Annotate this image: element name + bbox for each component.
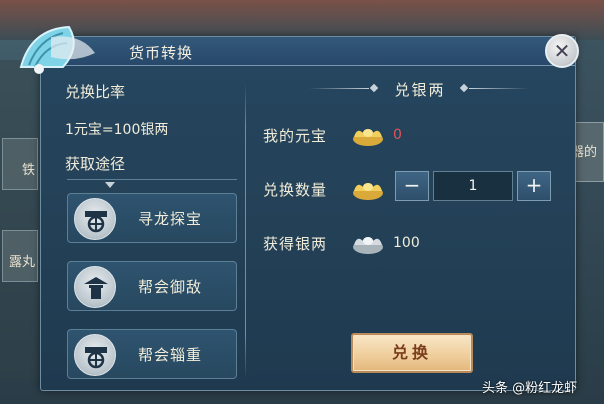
gold-ingot-icon: [353, 183, 383, 200]
left-panel: 兑换比率 1元宝=100银两 获取途径 寻龙探宝 帮会御敌 帮会辎重: [55, 73, 243, 383]
source-item-xunlong[interactable]: 寻龙探宝: [67, 193, 237, 243]
my-yuanbao-label: 我的元宝: [263, 127, 328, 145]
cart-wheel-icon: [74, 198, 116, 240]
section-header: 兑银两: [309, 79, 529, 99]
scene-left-panel: 铁 露丸: [0, 60, 43, 380]
diamond-icon: [459, 83, 469, 93]
quantity-decrease-button[interactable]: −: [395, 171, 429, 201]
divider-line: [309, 88, 369, 89]
exchange-qty-label: 兑换数量: [263, 181, 328, 199]
gold-ingot-icon: [353, 129, 383, 146]
quantity-input[interactable]: 1: [433, 171, 513, 201]
panel-divider: [245, 83, 246, 379]
ratio-value: 1元宝=100银两: [65, 122, 169, 138]
scroll-arrow-icon: [105, 182, 115, 188]
pavilion-icon: [74, 266, 116, 308]
obtain-silver-value: 100: [393, 235, 420, 251]
currency-exchange-dialog: 货币转换 ✕ 兑换比率 1元宝=100银两 获取途径 寻龙探宝 帮会御敌 帮会辎…: [19, 25, 579, 391]
scene-left-slot-1: 铁: [2, 138, 38, 190]
diamond-icon: [369, 83, 379, 93]
scene-left-slot-2: 露丸: [2, 230, 38, 282]
source-item-label: 寻龙探宝: [138, 210, 203, 228]
scroll-indicator[interactable]: [67, 179, 237, 190]
my-yuanbao-value: 0: [393, 127, 402, 143]
watermark: 头条 @粉红龙虾: [482, 381, 578, 396]
source-label: 获取途径: [65, 155, 126, 173]
source-item-bangyudi[interactable]: 帮会御敌: [67, 261, 237, 311]
divider-line: [469, 88, 529, 89]
ratio-label: 兑换比率: [65, 83, 126, 101]
source-list: 寻龙探宝 帮会御敌 帮会辎重: [67, 193, 237, 397]
quantity-increase-button[interactable]: +: [517, 171, 551, 201]
exchange-button[interactable]: 兑换: [351, 333, 473, 373]
obtain-silver-label: 获得银两: [263, 235, 328, 253]
source-item-label: 帮会辎重: [138, 346, 203, 364]
close-button[interactable]: ✕: [545, 34, 579, 68]
source-item-bangzizhong[interactable]: 帮会辎重: [67, 329, 237, 379]
dialog-titlebar: [41, 37, 575, 66]
section-title: 兑银两: [394, 81, 446, 99]
dialog-title: 货币转换: [129, 44, 194, 62]
silver-ingot-icon: [353, 237, 383, 254]
source-item-label: 帮会御敌: [138, 278, 203, 296]
cart-wheel-icon: [74, 334, 116, 376]
